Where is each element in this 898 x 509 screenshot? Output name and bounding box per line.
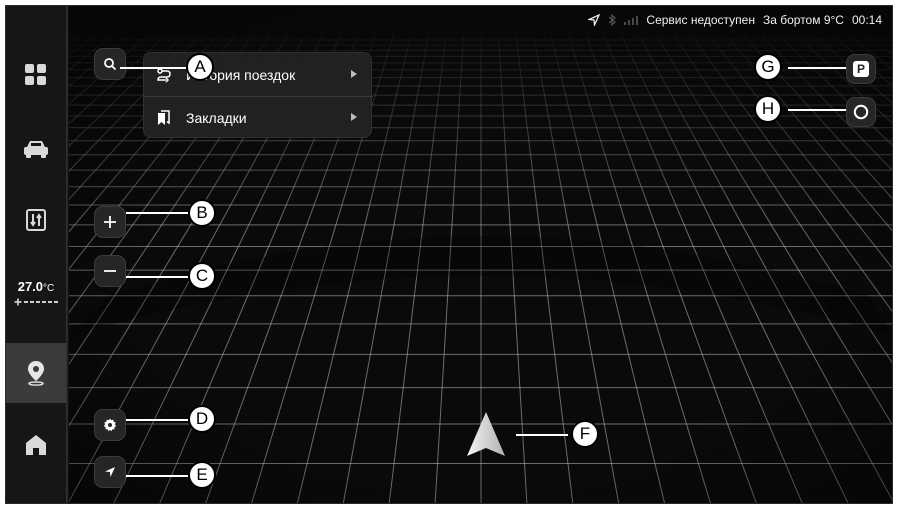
callout-line-d (126, 419, 188, 421)
callout-line-b (126, 212, 188, 214)
clock: 00:14 (851, 13, 882, 27)
locate-me-button[interactable] (94, 456, 126, 488)
callout-f: F (571, 420, 599, 448)
fan-icon (14, 298, 22, 306)
callout-d: D (188, 405, 216, 433)
callout-line-h (788, 109, 846, 111)
car-icon (24, 141, 48, 158)
sidebar-item-car[interactable] (6, 118, 66, 180)
settings-button[interactable] (94, 409, 126, 441)
route-history-icon (157, 68, 171, 83)
service-status-text: Сервис недоступен (646, 13, 755, 27)
home-icon (26, 435, 46, 455)
menu-item-label: Закладки (186, 110, 247, 126)
sidebar-item-transfer[interactable] (6, 189, 66, 251)
vehicle-position-marker (467, 412, 505, 456)
callout-line-g (788, 67, 846, 69)
callout-b: B (188, 199, 216, 227)
callout-line-e (126, 475, 188, 477)
callout-c: C (188, 262, 216, 290)
transfer-icon (26, 209, 46, 231)
location-pin-icon (28, 361, 44, 386)
callout-g: G (754, 53, 782, 81)
search-icon (104, 58, 117, 71)
outside-temperature: За бортом 9°C (762, 13, 844, 27)
callout-e: E (188, 461, 216, 489)
chevron-right-icon (351, 70, 357, 78)
sidebar: 27.0°C (6, 6, 66, 503)
bookmarks-icon (158, 110, 170, 125)
plus-icon (104, 216, 116, 228)
zoom-out-button[interactable] (94, 255, 126, 287)
layers-button[interactable] (846, 97, 876, 127)
sidebar-item-home[interactable] (6, 414, 66, 476)
location-arrow-icon (105, 467, 115, 477)
navigation-arrow-icon (588, 14, 601, 26)
climate-widget[interactable]: 27.0°C (6, 278, 66, 306)
callout-h: H (754, 95, 782, 123)
menu-item-trip-history[interactable]: История поездок (144, 54, 373, 96)
callout-line-c (126, 276, 188, 278)
status-bar: Сервис недоступен За бортом 9°C 00:14 (588, 12, 882, 28)
climate-unit: °C (43, 283, 55, 294)
search-button[interactable] (94, 48, 126, 80)
callout-line-f (516, 434, 568, 436)
menu-item-bookmarks[interactable]: Закладки (144, 97, 373, 139)
car-screen: 27.0°C Сервис недоступен За бортом 9°C 0… (5, 5, 893, 504)
callout-line-a (120, 67, 186, 69)
gear-icon (103, 418, 117, 432)
circle-icon (853, 104, 869, 120)
sidebar-item-navigation[interactable] (6, 343, 66, 403)
sidebar-item-apps[interactable] (6, 44, 66, 106)
apps-grid-icon (25, 64, 46, 85)
quick-menu: История поездок Закладки (143, 52, 373, 139)
callout-a: A (186, 53, 214, 81)
climate-temperature: 27.0 (17, 279, 44, 294)
signal-icon (624, 16, 639, 25)
minus-icon (104, 270, 116, 272)
zoom-in-button[interactable] (94, 206, 126, 238)
bluetooth-icon (609, 14, 617, 26)
parking-icon: P (853, 61, 869, 77)
fan-level-indicator (24, 301, 58, 303)
parking-button[interactable]: P (846, 54, 876, 84)
chevron-right-icon (351, 113, 357, 121)
